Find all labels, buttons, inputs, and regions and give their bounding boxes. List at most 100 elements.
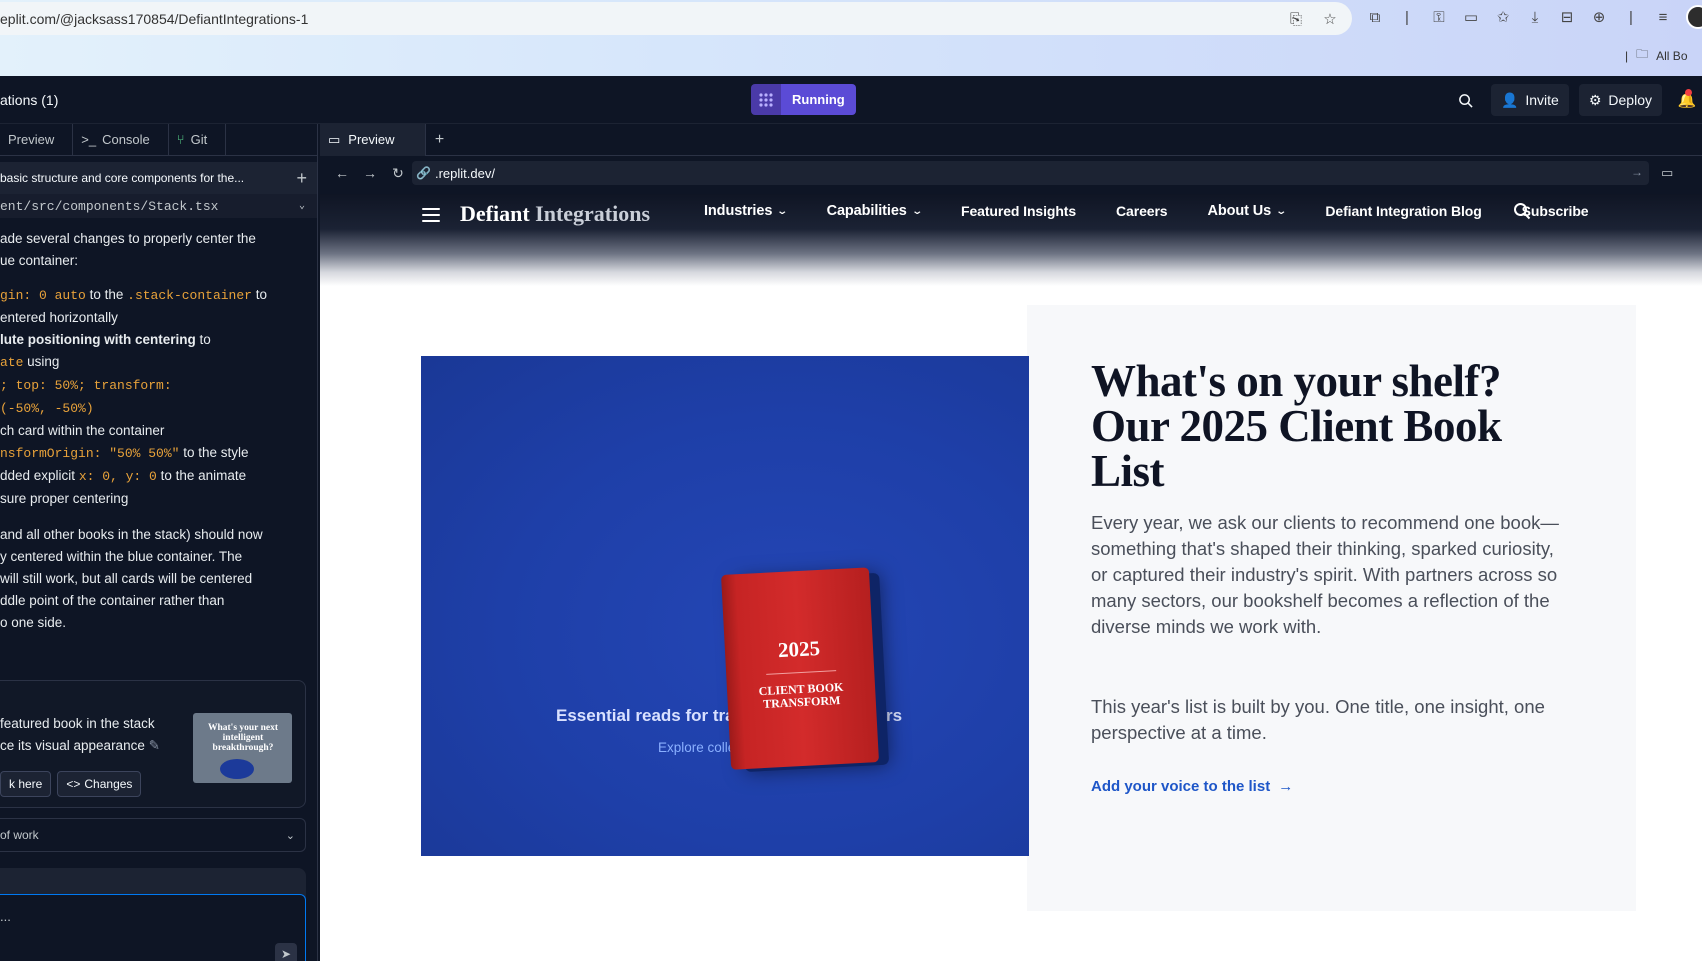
forward-arrow-icon[interactable]: → (356, 159, 384, 187)
deploy-icon: ⚙ (1588, 91, 1602, 108)
new-tab-icon[interactable]: + (426, 131, 454, 149)
chat-input-container: ... ➤ (0, 868, 306, 961)
divider-icon: | (1625, 48, 1629, 63)
zoom-icon[interactable]: ⊕ (1589, 7, 1609, 27)
menu-blog[interactable]: Defiant Integration Blog (1325, 203, 1481, 219)
menu-label: About Us (1207, 203, 1272, 219)
arrow-right-icon: → (1278, 778, 1294, 795)
changes-label: Changes (84, 777, 133, 791)
chat-input[interactable]: ... ➤ (0, 894, 306, 961)
send-icon[interactable]: ➤ (275, 943, 297, 961)
website-preview: Defiant Integrations Industries ⌄ Capabil… (320, 194, 1702, 961)
menu-capabilities[interactable]: Capabilities ⌄ (827, 203, 923, 219)
extension-toolbar: ⧉ | ⚿ ▭ ✩ ⤓ ⊟ ⊕ | ≡ | (1365, 7, 1702, 27)
preview-thumbnail[interactable]: What's your next intelligent breakthroug… (193, 713, 292, 783)
download-icon[interactable]: ⤓ (1525, 7, 1545, 27)
menu-industries[interactable]: Industries ⌄ (704, 203, 789, 219)
password-key-icon[interactable]: ⚿ (1429, 7, 1449, 27)
hamburger-menu-icon[interactable] (422, 208, 440, 222)
inline-code: nsformOrigin: "50% 50%" (0, 446, 180, 461)
inline-code: x: 0, y: 0 (78, 469, 157, 484)
menu-featured-insights[interactable]: Featured Insights (961, 203, 1076, 219)
inline-code: ; top: 50%; transform: (0, 378, 172, 393)
featured-book[interactable]: 2025 CLIENT BOOK TRANSFORM (721, 567, 890, 773)
run-button[interactable]: Running (751, 84, 856, 115)
chat-text: ue container: (0, 253, 79, 268)
device-icon[interactable]: ▭ (1661, 165, 1673, 181)
logo-light: Integrations (535, 201, 651, 226)
chat-text: will still work, but all cards will be c… (0, 571, 253, 586)
tab-preview-main[interactable]: ▭ Preview (320, 123, 426, 156)
deploy-button[interactable]: ⚙ Deploy (1578, 84, 1662, 116)
terminal-icon: >_ (81, 132, 97, 147)
folder-icon: 🗀 (1636, 47, 1649, 61)
open-external-icon[interactable]: → (1631, 165, 1643, 179)
book-divider (766, 670, 837, 675)
chat-text: using (27, 354, 60, 369)
favorites-icon[interactable]: ✩ (1493, 7, 1513, 27)
preview-address: .replit.dev/ (434, 165, 495, 181)
preview-nav: ← → ↻ 🔗 .replit.dev/ → ▭ (320, 156, 1702, 190)
back-arrow-icon[interactable]: ← (328, 159, 356, 187)
chat-text: to (255, 287, 267, 302)
invite-button[interactable]: 👤 Invite (1490, 84, 1569, 116)
menu-careers[interactable]: Careers (1116, 203, 1168, 219)
payment-card-icon[interactable]: ▭ (1461, 7, 1481, 27)
thumbnail-graphic (220, 759, 254, 779)
extensions-icon[interactable]: ⧉ (1365, 7, 1385, 27)
changes-button[interactable]: <> Changes (57, 771, 142, 797)
left-tabs: Preview >_ Console ⑂ Git (0, 124, 317, 156)
link-icon: 🔗 (416, 166, 431, 180)
cta-label: Add your voice to the list (1091, 778, 1271, 795)
menu-about-us[interactable]: About Us ⌄ (1207, 203, 1287, 219)
chat-text: to (199, 332, 211, 347)
url-text[interactable]: eplit.com/@jacksass170854/DefiantIntegra… (0, 11, 308, 27)
add-voice-link[interactable]: Add your voice to the list → (1091, 778, 1293, 795)
inline-code: (-50%, -50%) (0, 401, 94, 416)
install-app-icon[interactable]: ⎘ (1286, 9, 1306, 29)
card-line-2: ce its visual appearance (0, 738, 145, 753)
reload-icon[interactable]: ↻ (384, 159, 412, 187)
tab-console[interactable]: >_ Console (73, 124, 169, 156)
intro-paragraph: Every year, we ask our clients to recomm… (1091, 512, 1559, 637)
bookmark-star-icon[interactable]: ☆ (1320, 9, 1340, 29)
tab-console-label: Console (102, 132, 150, 147)
hero-image: Essential reads for tra rs Explore colle… (421, 356, 1029, 856)
chat-text: and all other books in the stack) should… (0, 527, 263, 542)
notification-bell-icon[interactable]: 🔔 (1672, 84, 1702, 116)
search-icon[interactable] (1513, 202, 1531, 223)
plus-icon[interactable]: + (296, 168, 307, 189)
inline-code: gin: 0 auto (0, 288, 86, 303)
chat-bold-text: lute positioning with centering (0, 332, 196, 347)
grid-icon (751, 84, 781, 115)
chat-message: ade several changes to properly center t… (0, 218, 317, 634)
address-bar[interactable]: eplit.com/@jacksass170854/DefiantIntegra… (0, 2, 1352, 35)
reading-list-icon[interactable]: ≡ (1653, 7, 1673, 27)
task-header[interactable]: basic structure and core components for … (0, 162, 317, 194)
work-summary-row[interactable]: of work ⌄ (0, 818, 306, 852)
edit-pencil-icon[interactable]: ✎ (149, 738, 160, 753)
chat-text: sure proper centering (0, 491, 129, 506)
code-icon: <> (66, 777, 81, 791)
tab-preview[interactable]: Preview (0, 124, 74, 156)
divider-icon: | (1405, 8, 1409, 26)
file-path-row[interactable]: ent/src/components/Stack.tsx ⌄ (0, 194, 317, 218)
tab-git[interactable]: ⑂ Git (169, 124, 227, 156)
rollback-button[interactable]: k here (0, 771, 52, 797)
page-headline: What's on your shelf? Our 2025 Client Bo… (1091, 356, 1502, 496)
preview-pane: ▭ Preview + ← → ↻ 🔗 .replit.dev/ → ▭ Def… (320, 123, 1702, 961)
preview-address-field[interactable]: 🔗 .replit.dev/ → (412, 161, 1649, 185)
site-navbar: Defiant Integrations Industries ⌄ Capabil… (320, 194, 1702, 286)
chevron-down-icon: ⌄ (776, 205, 789, 217)
add-user-icon: 👤 (1500, 91, 1519, 108)
run-label: Running (781, 84, 856, 115)
search-icon[interactable] (1451, 84, 1481, 116)
file-path: ent/src/components/Stack.tsx (0, 198, 219, 214)
site-logo[interactable]: Defiant Integrations (460, 201, 650, 227)
all-bookmarks-label[interactable]: All Bo (1656, 49, 1687, 63)
menu-subscribe[interactable]: Subscribe (1522, 203, 1589, 219)
invite-label: Invite (1525, 92, 1559, 108)
deploy-label: Deploy (1608, 92, 1652, 108)
split-screen-icon[interactable]: ⊟ (1557, 7, 1577, 27)
project-title[interactable]: ations (1) (0, 92, 58, 108)
